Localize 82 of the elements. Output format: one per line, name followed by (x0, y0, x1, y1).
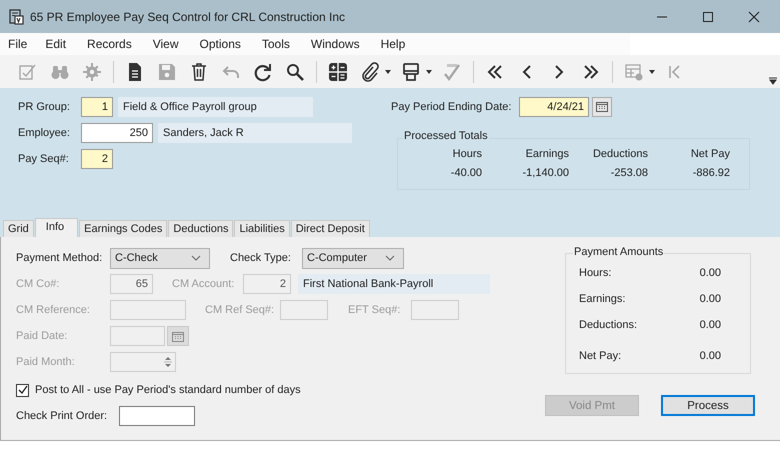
tab[interactable]: Liabilities (234, 220, 290, 237)
total-value: -40.00 (450, 167, 482, 179)
check-type-dropdown[interactable]: C-Computer (302, 248, 404, 268)
field-label: CM Reference: (16, 304, 91, 316)
total-value: -1,140.00 (522, 167, 569, 179)
field-label: Employee: (18, 126, 71, 138)
tab[interactable]: Earnings Codes (79, 220, 168, 237)
pr-group-description: Field & Office Payroll group (118, 96, 313, 116)
column-heading: Net Pay (690, 148, 730, 160)
calendar-button[interactable] (167, 326, 189, 346)
menu-item[interactable]: Help (380, 37, 406, 51)
field-label: Check Type: (230, 252, 292, 264)
chevron-down-icon (385, 255, 395, 261)
maximize-icon[interactable] (702, 10, 714, 22)
paperclip-icon[interactable] (360, 62, 380, 82)
window-title: 65 PR Employee Pay Seq Control for CRL Construction Inc (30, 10, 346, 24)
field-label: Pay Seq#: (18, 152, 70, 164)
amount-value: 0.00 (700, 350, 721, 364)
amount-label: Hours: (579, 267, 612, 281)
eft-seq-field[interactable] (411, 300, 459, 320)
amount-value: 0.00 (700, 293, 721, 307)
amount-value: 0.00 (700, 267, 721, 281)
field-label: CM Ref Seq#: (205, 304, 276, 316)
field-label: PR Group: (18, 100, 71, 112)
total-value: -253.08 (610, 167, 648, 179)
account-description: First National Bank-Payroll (298, 274, 490, 294)
printer-icon[interactable] (401, 62, 421, 82)
column-heading: Deductions (592, 148, 648, 160)
tab[interactable]: Grid (3, 220, 34, 237)
tab[interactable]: Direct Deposit (290, 220, 370, 237)
group-title: Payment Amounts (573, 246, 664, 258)
check-print-order-field[interactable] (119, 406, 195, 426)
amount-label: Net Pay: (579, 350, 622, 364)
overflow-caret-icon[interactable] (769, 77, 777, 85)
trash-icon[interactable] (189, 62, 209, 82)
amount-value: 0.00 (700, 319, 721, 333)
field-label: Check Print Order: (16, 410, 108, 422)
field-label: Pay Period Ending Date: (391, 100, 512, 112)
group-title: Processed Totals (403, 130, 489, 142)
menu-item[interactable]: View (152, 37, 179, 51)
caret-icon[interactable] (385, 70, 391, 74)
tab[interactable]: Info (34, 218, 78, 237)
paid-date-field[interactable] (110, 326, 165, 346)
column-heading: Earnings (526, 148, 569, 160)
calendar-icon (172, 330, 184, 342)
menu-item[interactable]: Options (200, 37, 241, 51)
caret-icon[interactable] (426, 70, 432, 74)
employee-field[interactable]: 250 (81, 122, 153, 142)
calendar-button[interactable] (592, 96, 612, 116)
calendar-icon (596, 101, 608, 112)
search-icon[interactable] (285, 62, 305, 82)
payment-method-dropdown[interactable]: C-Check (110, 248, 210, 268)
field-label: Paid Date: (16, 330, 68, 342)
cm-ref-seq-field[interactable] (280, 300, 328, 320)
menu-item[interactable]: Records (87, 37, 132, 51)
action-button[interactable]: Process (661, 395, 755, 416)
menu-item[interactable]: File (8, 37, 28, 51)
amount-label: Earnings: (579, 293, 626, 307)
amount-label: Deductions: (579, 319, 638, 333)
calculator-icon[interactable] (328, 62, 348, 82)
refresh-icon[interactable] (253, 62, 273, 82)
column-heading: Hours (452, 148, 482, 160)
tab[interactable]: Deductions (168, 220, 234, 237)
chevron-down-icon (191, 255, 201, 261)
field-label: Paid Month: (16, 356, 76, 368)
total-value: -886.92 (692, 167, 730, 179)
cm-reference-field[interactable] (110, 300, 186, 320)
field-label: EFT Seq#: (348, 304, 402, 316)
employee-name: Sanders, Jack R (158, 122, 352, 142)
menu-item[interactable]: Tools (262, 37, 290, 51)
menu-item[interactable]: Edit (45, 37, 66, 51)
pay-seq-field[interactable]: 2 (81, 148, 113, 168)
checkbox[interactable] (16, 384, 29, 396)
field-label: CM Account: (172, 278, 236, 290)
field-label: CM Co#: (16, 278, 60, 290)
menu-item[interactable]: Windows (310, 37, 360, 51)
date-field[interactable]: 4/24/21 (519, 96, 589, 116)
app-icon (8, 8, 24, 24)
checkbox-label: Post to All - use Pay Period's standard number of days (35, 384, 301, 396)
close-icon[interactable] (748, 10, 760, 22)
pr-group-field[interactable]: 1 (81, 96, 113, 116)
field-label: Payment Method: (16, 252, 104, 264)
